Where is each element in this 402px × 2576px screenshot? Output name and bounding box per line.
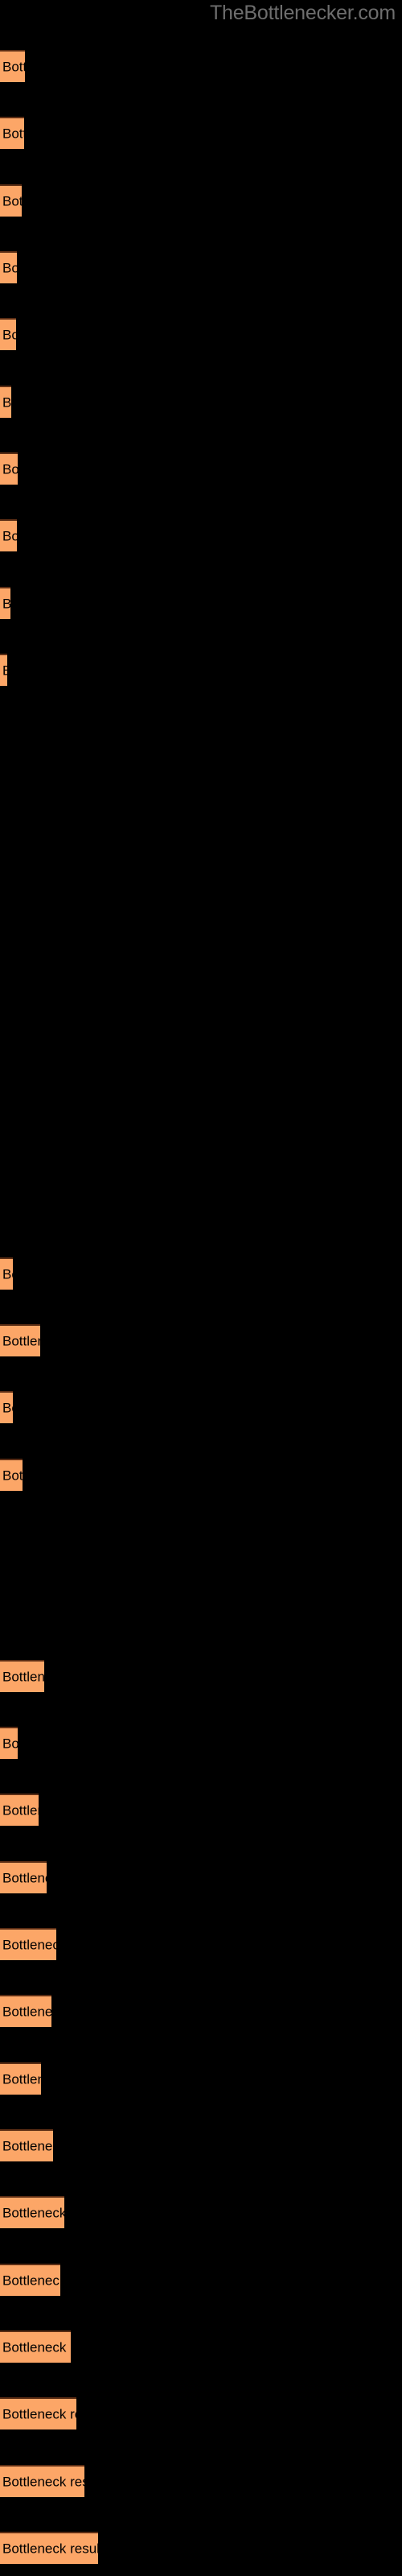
bar[interactable]: Bottleneck result [0, 452, 18, 485]
bar[interactable]: Bottleneck result [0, 1727, 18, 1759]
bar-label: Bottleneck result [2, 1333, 40, 1349]
bar[interactable]: Bottleneck result [0, 1928, 56, 1960]
bar-row[interactable]: Bottleneck result [0, 2465, 84, 2497]
bar[interactable]: Bottleneck result [0, 1660, 44, 1692]
bar-label: Bottleneck result [2, 1266, 13, 1282]
bar-row[interactable]: Bottleneck result [0, 587, 10, 619]
bar[interactable]: Bottleneck result [0, 1391, 13, 1423]
bar-label: Bottleneck result [2, 126, 24, 142]
bar-row[interactable]: Bottleneck result [0, 1995, 51, 2027]
bar-label: Bottleneck result [2, 1870, 47, 1886]
bar-label: Bottleneck result [2, 2541, 98, 2557]
bar-row[interactable]: Bottleneck result [0, 2330, 71, 2363]
bar-label: Bottleneck result [2, 1669, 44, 1685]
bar-label: Bottleneck result [2, 327, 16, 343]
bar-row[interactable]: Bottleneck result [0, 1459, 23, 1491]
bar[interactable]: Bottleneck result [0, 2532, 98, 2564]
bar[interactable]: Bottleneck result [0, 2264, 60, 2296]
bar-label: Bottleneck result [2, 2071, 41, 2087]
bar[interactable]: Bottleneck result [0, 50, 25, 82]
bar[interactable]: Bottleneck result [0, 2465, 84, 2497]
bar-row[interactable]: Bottleneck result [0, 1257, 13, 1290]
bar[interactable]: Bottleneck result [0, 2330, 71, 2363]
bar[interactable]: Bottleneck result [0, 519, 17, 551]
bar-label: Bottleneck result [2, 260, 17, 276]
bar-label: Bottleneck result [2, 1736, 18, 1752]
bar-label: Bottleneck result [2, 2406, 76, 2422]
bar-row[interactable]: Bottleneck result [0, 1324, 40, 1356]
bar-row[interactable]: Bottleneck result [0, 2532, 98, 2564]
bar-row[interactable]: Bottleneck result [0, 50, 25, 82]
bar-row[interactable]: Bottleneck result [0, 251, 17, 283]
bar-row[interactable]: Bottleneck result [0, 519, 17, 551]
bar[interactable]: Bottleneck result [0, 318, 16, 350]
bar[interactable]: Bottleneck result [0, 2062, 41, 2095]
bar-label: Bottleneck result [2, 461, 18, 477]
bar-label: Bottleneck result [2, 1802, 39, 1818]
chart-plot-area: Bottleneck result Bottleneck result Bottle… [0, 0, 402, 2576]
bar[interactable]: Bottleneck result [0, 654, 7, 686]
bar-row[interactable]: Bottleneck result [0, 654, 7, 686]
bar-label: Bottleneck result [2, 394, 11, 411]
bar[interactable]: Bottleneck result [0, 184, 22, 217]
bar[interactable]: Bottleneck result [0, 1995, 51, 2027]
bar-row[interactable]: Bottleneck result [0, 2196, 64, 2228]
bar[interactable]: Bottleneck result [0, 2397, 76, 2429]
bar-row[interactable]: Bottleneck result [0, 386, 11, 418]
bar-label: Bottleneck result [2, 528, 17, 544]
bar[interactable]: Bottleneck result [0, 386, 11, 418]
bar-row[interactable]: Bottleneck result [0, 1660, 44, 1692]
bar-row[interactable]: Bottleneck result [0, 2397, 76, 2429]
bar-row[interactable]: Bottleneck result [0, 1928, 56, 1960]
bar-label: Bottleneck result [2, 1468, 23, 1484]
bar[interactable]: Bottleneck result [0, 2196, 64, 2228]
bar-label: Bottleneck result [2, 2273, 60, 2289]
bar-row[interactable]: Bottleneck result [0, 2129, 53, 2161]
bar-label: Bottleneck result [2, 193, 22, 209]
bar-label: Bottleneck result [2, 2205, 64, 2221]
bar-row[interactable]: Bottleneck result [0, 2264, 60, 2296]
bar[interactable]: Bottleneck result [0, 1257, 13, 1290]
bar-row[interactable]: Bottleneck result [0, 452, 18, 485]
bar-row[interactable]: Bottleneck result [0, 184, 22, 217]
bar-label: Bottleneck result [2, 2138, 53, 2154]
bar-row[interactable]: Bottleneck result [0, 1727, 18, 1759]
bar[interactable]: Bottleneck result [0, 117, 24, 149]
bar-label: Bottleneck result [2, 597, 10, 611]
bar-row[interactable]: Bottleneck result [0, 1794, 39, 1826]
bar-label: Bottleneck result [2, 664, 7, 678]
bar-label: Bottleneck result [2, 2004, 51, 2020]
bar[interactable]: Bottleneck result [0, 587, 10, 619]
bar[interactable]: Bottleneck result [0, 251, 17, 283]
bottleneck-bar-chart: TheBottlenecker.com Bottleneck resultBot… [0, 0, 402, 2576]
bar[interactable]: Bottleneck result [0, 1794, 39, 1826]
bar[interactable]: Bottleneck result [0, 2129, 53, 2161]
bar-label: Bottleneck result [2, 59, 25, 75]
bar[interactable]: Bottleneck result [0, 1861, 47, 1893]
bar-row[interactable]: Bottleneck result [0, 2062, 41, 2095]
bar-row[interactable]: Bottleneck result [0, 117, 24, 149]
bar-label: Bottleneck result [2, 1400, 13, 1416]
bar-row[interactable]: Bottleneck result [0, 318, 16, 350]
bar-row[interactable]: Bottleneck result [0, 1861, 47, 1893]
bar-row[interactable]: Bottleneck result [0, 1391, 13, 1423]
bar-label: Bottleneck result [2, 1937, 56, 1953]
bar[interactable]: Bottleneck result [0, 1324, 40, 1356]
bar[interactable]: Bottleneck result [0, 1459, 23, 1491]
bar-label: Bottleneck result [2, 2474, 84, 2490]
bar-label: Bottleneck result [2, 2339, 71, 2355]
